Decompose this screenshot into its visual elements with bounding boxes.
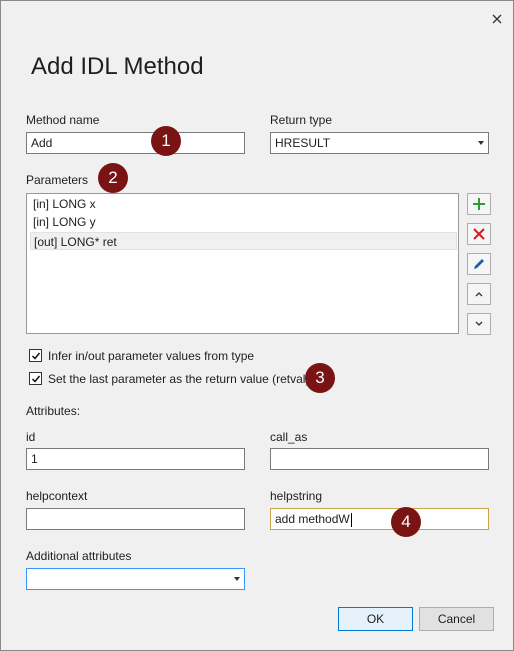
list-item[interactable]: [in] LONG x xyxy=(30,195,457,213)
step-marker-4: 4 xyxy=(391,507,421,537)
step-marker-2: 2 xyxy=(98,163,128,193)
return-type-label: Return type xyxy=(270,113,333,127)
plus-icon xyxy=(473,198,485,210)
parameters-label: Parameters xyxy=(26,173,89,187)
helpstring-input[interactable]: add methodW xyxy=(270,508,489,530)
chevron-up-icon xyxy=(475,292,483,297)
parameters-list[interactable]: [in] LONG x [in] LONG y [out] LONG* ret xyxy=(26,193,459,334)
step-marker-3: 3 xyxy=(305,363,335,393)
return-type-select[interactable]: HRESULT xyxy=(270,132,489,154)
helpcontext-label: helpcontext xyxy=(26,489,88,503)
move-up-button[interactable] xyxy=(467,283,491,305)
id-input[interactable]: 1 xyxy=(26,448,245,470)
dropdown-arrow-icon xyxy=(234,577,240,581)
add-idl-method-dialog: Add IDL Method Method name Add Return ty… xyxy=(0,0,514,651)
method-name-input[interactable]: Add xyxy=(26,132,245,154)
close-button[interactable] xyxy=(487,9,507,29)
remove-parameter-button[interactable] xyxy=(467,223,491,245)
helpcontext-input[interactable] xyxy=(26,508,245,530)
checkmark-icon xyxy=(31,375,40,383)
list-item-selected[interactable]: [out] LONG* ret xyxy=(30,232,457,250)
list-item[interactable]: [in] LONG y xyxy=(30,213,457,231)
chevron-down-icon xyxy=(475,321,483,326)
edit-parameter-button[interactable] xyxy=(467,253,491,275)
additional-attributes-label: Additional attributes xyxy=(26,549,132,563)
helpstring-value: add methodW xyxy=(275,512,350,526)
add-parameter-button[interactable] xyxy=(467,193,491,215)
call-as-label: call_as xyxy=(270,430,308,444)
method-name-label: Method name xyxy=(26,113,100,127)
return-type-value: HRESULT xyxy=(275,136,331,150)
dialog-title: Add IDL Method xyxy=(31,53,204,80)
id-label: id xyxy=(26,430,36,444)
helpstring-label: helpstring xyxy=(270,489,323,503)
checkmark-icon xyxy=(31,352,40,360)
ok-button[interactable]: OK xyxy=(338,607,413,631)
retval-checkbox[interactable] xyxy=(29,372,42,385)
pencil-icon xyxy=(474,259,484,269)
infer-checkbox-label[interactable]: Infer in/out parameter values from type xyxy=(48,349,254,363)
step-marker-1: 1 xyxy=(151,126,181,156)
cancel-button[interactable]: Cancel xyxy=(419,607,494,631)
infer-checkbox[interactable] xyxy=(29,349,42,362)
additional-attributes-select[interactable] xyxy=(26,568,245,590)
dropdown-arrow-icon xyxy=(478,141,484,145)
move-down-button[interactable] xyxy=(467,313,491,335)
close-icon xyxy=(492,14,502,24)
text-caret xyxy=(350,512,352,527)
x-icon xyxy=(473,228,485,240)
attributes-heading: Attributes: xyxy=(26,404,81,418)
call-as-input[interactable] xyxy=(270,448,489,470)
retval-checkbox-label[interactable]: Set the last parameter as the return val… xyxy=(48,372,309,386)
